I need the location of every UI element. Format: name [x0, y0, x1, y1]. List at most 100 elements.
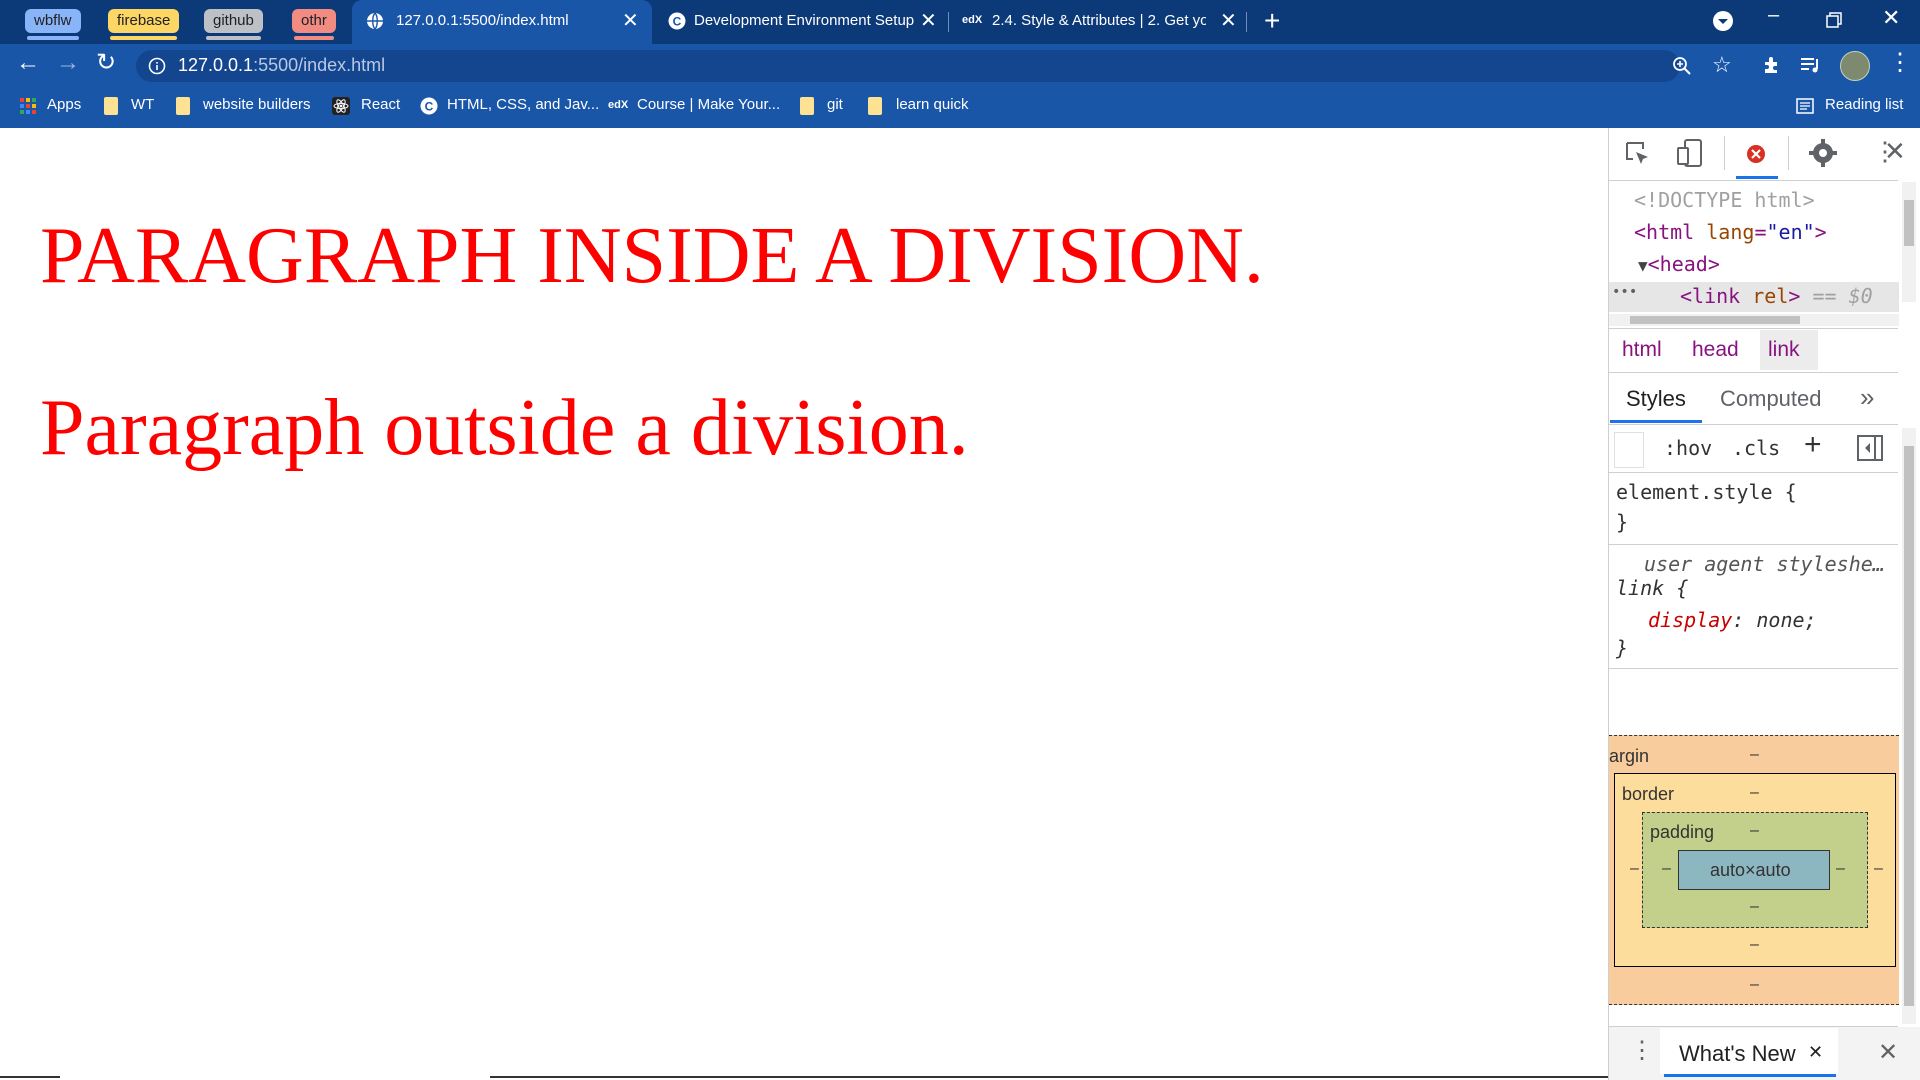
ua-selector[interactable]: link { — [1616, 576, 1688, 600]
ua-declaration[interactable]: display: none; — [1648, 608, 1817, 632]
rule-close-brace: } — [1616, 510, 1629, 534]
dom-doctype[interactable]: <!DOCTYPE html> — [1634, 188, 1815, 212]
tab-group-firebase[interactable]: firebase — [108, 9, 180, 40]
page-bottom-rule — [0, 1076, 60, 1078]
close-tab-icon[interactable]: ✕ — [920, 9, 937, 33]
zoom-icon[interactable] — [1672, 56, 1692, 76]
divider — [1608, 544, 1898, 545]
reload-icon[interactable]: ↻ — [96, 48, 116, 77]
extensions-icon[interactable] — [1762, 55, 1782, 75]
bookmark-apps[interactable]: Apps — [47, 96, 81, 113]
class-toggle[interactable]: .cls — [1732, 436, 1780, 460]
css-value: none; — [1756, 608, 1817, 632]
bookmark-website-builders[interactable]: website builders — [203, 96, 311, 113]
attr-value: "en" — [1766, 220, 1815, 244]
dom-ellipsis[interactable]: ••• — [1612, 284, 1637, 300]
tab-group-wbflw[interactable]: wbflw — [25, 9, 81, 40]
tab-separator — [1246, 12, 1247, 32]
tab-separator — [948, 12, 949, 32]
inspect-element-icon[interactable] — [1624, 140, 1652, 168]
scrollbar-thumb[interactable] — [1904, 200, 1914, 246]
toolbar-divider — [1788, 136, 1789, 170]
settings-gear-icon[interactable] — [1808, 138, 1838, 168]
tab-dev-env-setup[interactable]: C Development Environment Setup ✕ — [656, 0, 946, 44]
attr-name: lang — [1706, 220, 1755, 244]
page-bottom-rule — [490, 1076, 1608, 1078]
folder-icon — [868, 97, 882, 115]
content-size-value: auto×auto — [1710, 860, 1791, 880]
reading-list-button[interactable]: Reading list — [1825, 96, 1903, 113]
breadcrumb-head[interactable]: head — [1692, 338, 1739, 362]
margin-bottom-value: – — [1750, 976, 1759, 993]
dom-html-node[interactable]: <html lang="en"> — [1634, 220, 1827, 244]
bookmark-html-css-js[interactable]: HTML, CSS, and Jav... — [447, 96, 599, 113]
tag-name: <html — [1634, 220, 1695, 244]
margin-top-value: – — [1750, 746, 1759, 763]
profile-avatar[interactable] — [1840, 51, 1870, 81]
react-icon — [332, 97, 350, 115]
error-count-icon[interactable] — [1742, 140, 1770, 168]
tab-search-icon[interactable] — [1712, 10, 1734, 32]
url-path: :5500/index.html — [253, 55, 386, 75]
bookmark-git[interactable]: git — [827, 96, 843, 113]
user-agent-stylesheet-label: user agent styleshe… — [1644, 552, 1885, 576]
breadcrumb-html[interactable]: html — [1622, 338, 1662, 362]
filter-input[interactable] — [1614, 432, 1644, 468]
tab-computed[interactable]: Computed — [1720, 386, 1822, 412]
tab-style-attributes[interactable]: edX 2.4. Style & Attributes | 2. Get you… — [952, 0, 1242, 44]
close-tab-icon[interactable]: ✕ — [622, 9, 639, 33]
device-toolbar-icon[interactable] — [1676, 138, 1704, 168]
element-style-rule[interactable]: element.style { — [1616, 480, 1797, 504]
scrollbar-thumb[interactable] — [1630, 316, 1800, 324]
padding-bottom-value: – — [1750, 898, 1759, 915]
edx-icon: edX — [608, 99, 629, 111]
url-text[interactable]: 127.0.0.1:5500/index.html — [178, 55, 385, 76]
media-queue-icon[interactable] — [1800, 55, 1822, 75]
scrollbar-thumb[interactable] — [1904, 446, 1914, 1006]
dom-head-node[interactable]: ▼<head> — [1638, 252, 1720, 276]
bookmark-learn-quick[interactable]: learn quick — [896, 96, 969, 113]
svg-text:C: C — [673, 15, 682, 29]
close-tab-icon[interactable]: ✕ — [1220, 9, 1237, 33]
bookmark-react[interactable]: React — [361, 96, 400, 113]
svg-text:C: C — [425, 100, 434, 114]
bookmark-wt[interactable]: WT — [131, 96, 154, 113]
dom-link-node[interactable]: <link rel> == $0 — [1680, 284, 1873, 308]
close-drawer-tab-icon[interactable]: ✕ — [1808, 1042, 1823, 1063]
toggle-sidebar-icon[interactable] — [1856, 434, 1884, 462]
new-style-rule-icon[interactable]: + — [1804, 428, 1822, 462]
drawer-tab-title: What's New — [1679, 1041, 1796, 1066]
tab-group-github[interactable]: github — [204, 9, 263, 40]
divider — [1608, 328, 1898, 329]
minimize-window-icon[interactable]: – — [1768, 4, 1779, 27]
close-drawer-icon[interactable]: ✕ — [1878, 1038, 1898, 1067]
bookmark-star-icon[interactable]: ☆ — [1712, 52, 1732, 78]
css-property: display — [1648, 608, 1733, 632]
reading-list-icon — [1796, 98, 1814, 114]
margin-label: argin — [1609, 746, 1650, 766]
forward-icon[interactable]: → — [56, 49, 80, 77]
chrome-menu-icon[interactable]: ⋮ — [1888, 48, 1912, 77]
tab-active-localhost[interactable]: 127.0.0.1:5500/index.html ✕ — [352, 0, 652, 44]
tab-title: 127.0.0.1:5500/index.html — [396, 12, 569, 29]
drawer-menu-icon[interactable]: ⋮ — [1630, 1036, 1654, 1065]
divider — [1608, 424, 1898, 425]
close-devtools-icon[interactable]: ✕ — [1884, 136, 1906, 167]
more-tabs-icon[interactable]: » — [1860, 382, 1874, 413]
divider — [1608, 372, 1898, 373]
back-icon[interactable]: ← — [16, 49, 40, 77]
breadcrumb-link[interactable]: link — [1768, 338, 1800, 362]
site-info-icon[interactable] — [148, 57, 166, 75]
url-host: 127.0.0.1 — [178, 55, 254, 75]
expand-triangle-icon[interactable]: ▼ — [1638, 256, 1648, 275]
active-tab-indicator — [1664, 1074, 1836, 1077]
close-window-icon[interactable]: ✕ — [1882, 5, 1900, 31]
tab-group-othr[interactable]: othr — [292, 9, 336, 40]
padding-left-value: – — [1662, 860, 1671, 877]
tag-name: <head> — [1647, 252, 1720, 276]
new-tab-icon[interactable]: + — [1264, 6, 1280, 36]
tab-styles[interactable]: Styles — [1626, 386, 1686, 412]
bookmark-course[interactable]: Course | Make Your... — [637, 96, 780, 113]
restore-window-icon[interactable] — [1826, 12, 1842, 28]
hover-state-toggle[interactable]: :hov — [1664, 436, 1712, 460]
